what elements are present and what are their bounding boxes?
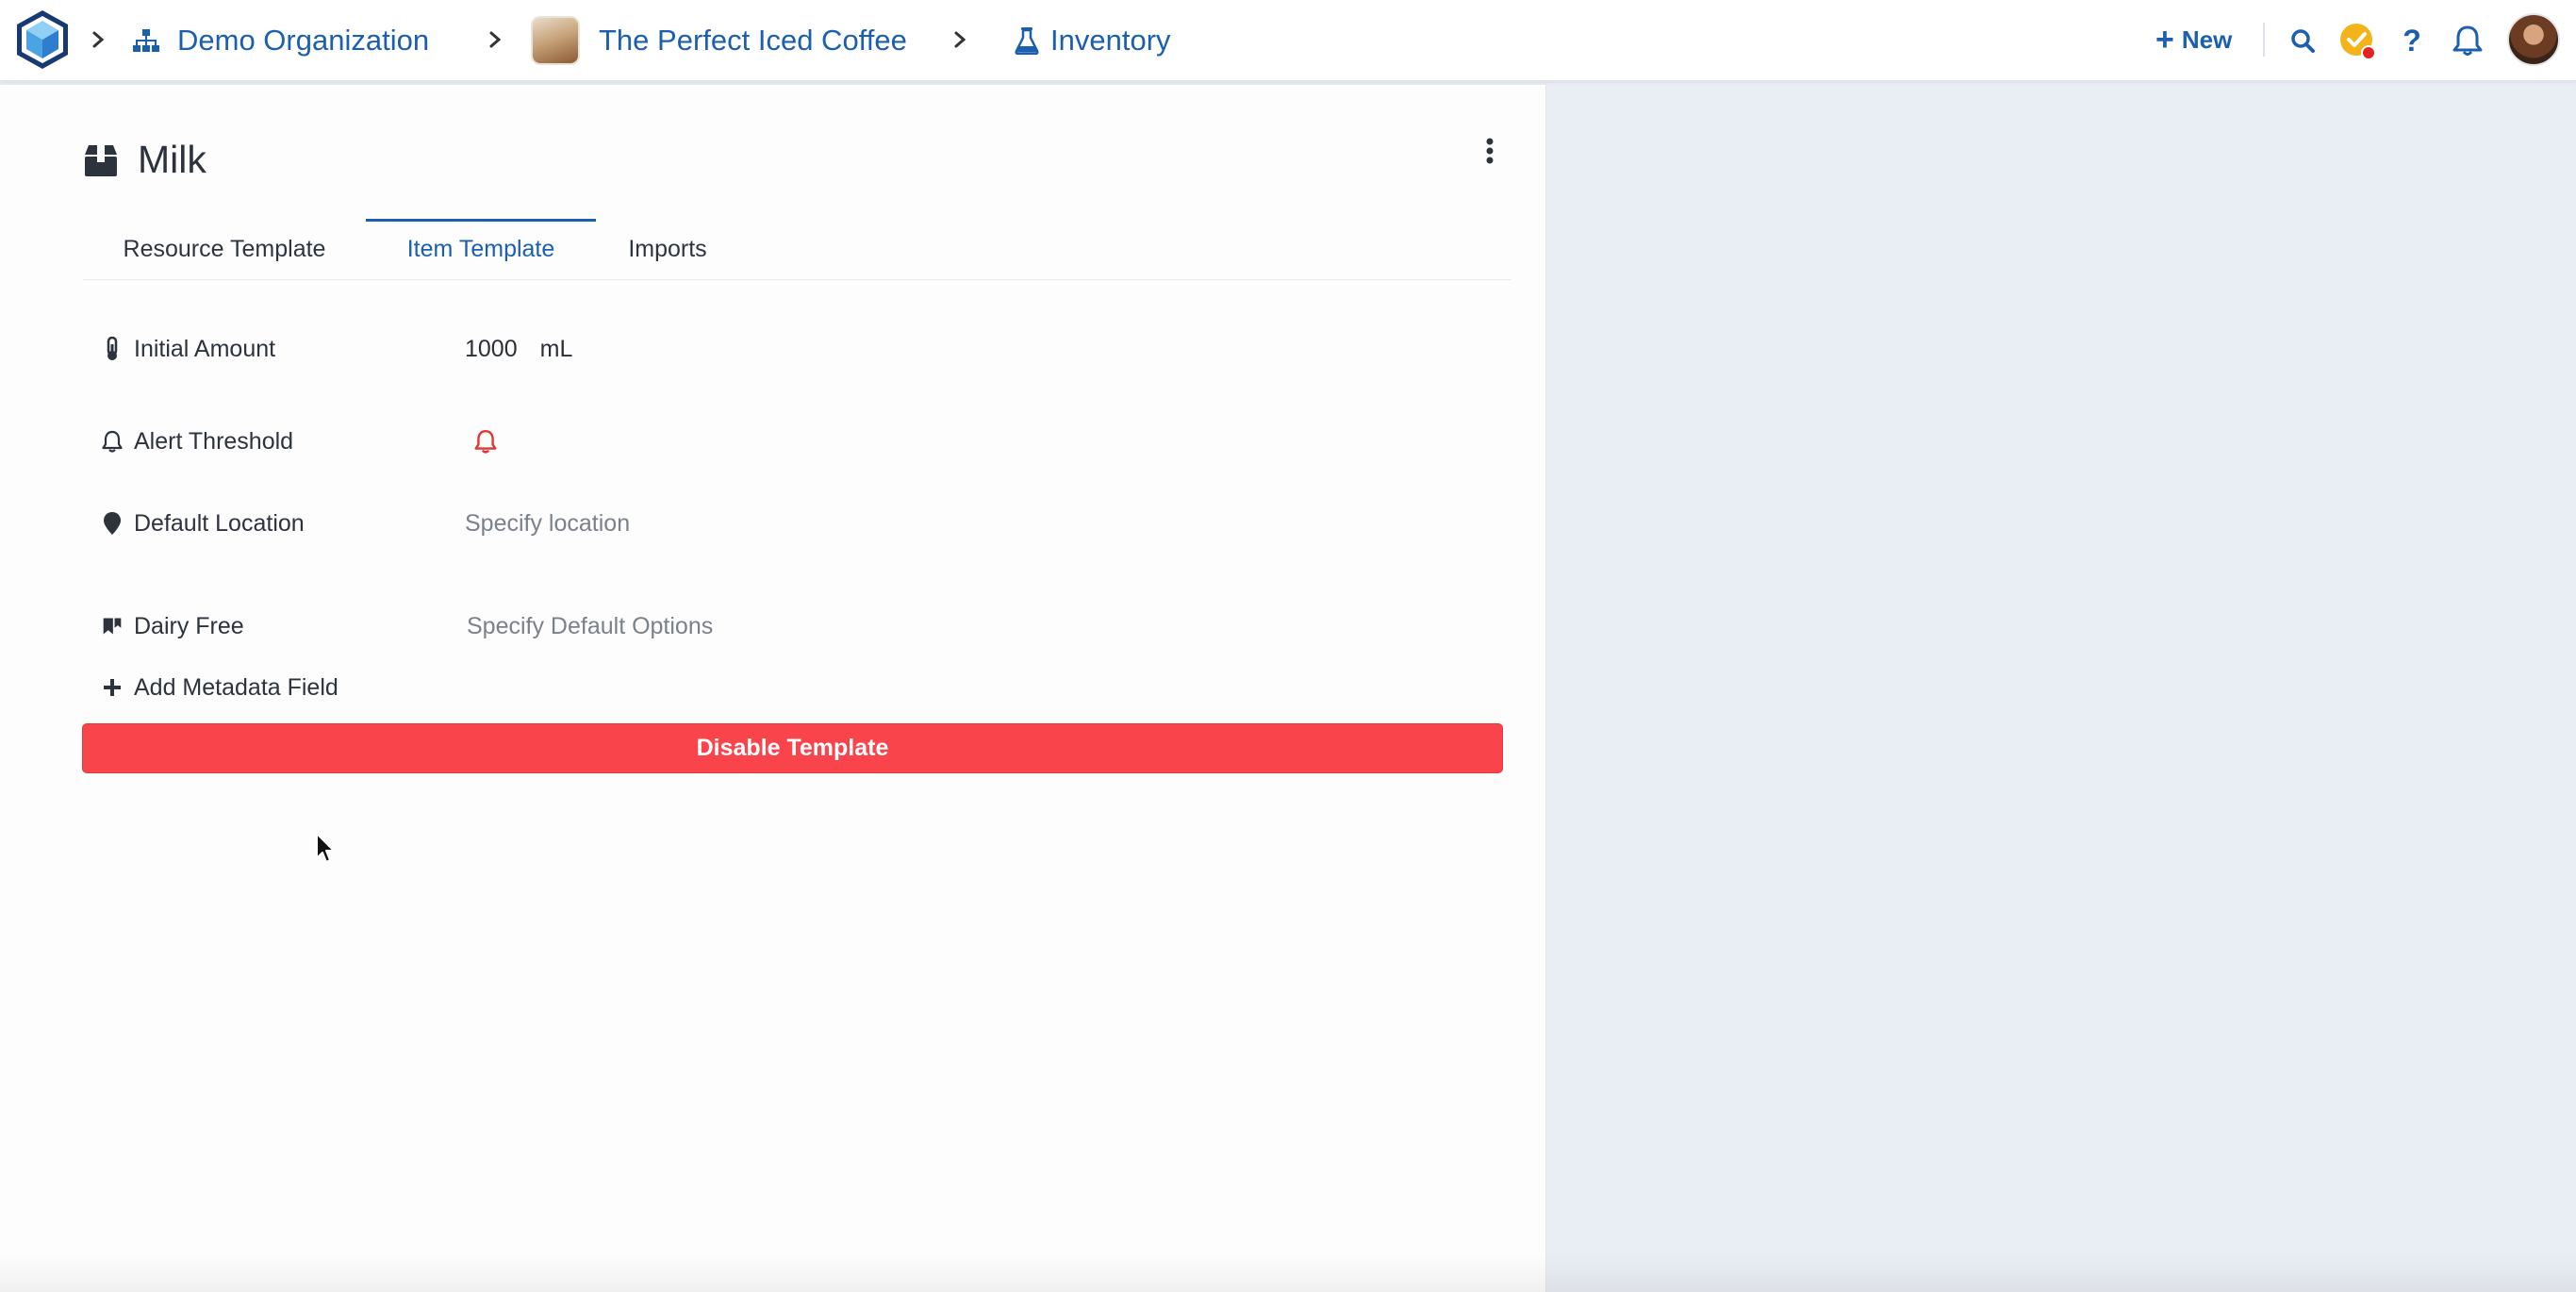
add-metadata-field-label: Add Metadata Field xyxy=(134,673,339,701)
initial-amount-number: 1000 xyxy=(465,335,518,362)
template-tabs: Resource Template Item Template Imports xyxy=(83,219,1511,280)
breadcrumb-inventory[interactable]: Inventory xyxy=(1015,0,1171,81)
initial-amount-field: Initial Amount xyxy=(102,330,275,368)
chevron-right-icon xyxy=(949,25,971,55)
default-location-input[interactable]: Specify location xyxy=(465,505,630,542)
add-metadata-field-button[interactable]: Add Metadata Field xyxy=(102,669,339,706)
chevron-right-icon xyxy=(484,25,506,55)
breadcrumb-project[interactable]: The Perfect Iced Coffee xyxy=(531,0,907,81)
default-location-field: Default Location xyxy=(102,505,305,542)
more-options-icon[interactable] xyxy=(1478,132,1502,170)
bookmark-tag-icon xyxy=(102,615,123,638)
tab-imports[interactable]: Imports xyxy=(596,219,739,279)
user-avatar[interactable] xyxy=(2507,13,2560,66)
bell-outline-icon xyxy=(102,430,123,453)
tab-label: Imports xyxy=(628,236,707,262)
initial-amount-value[interactable]: 1000 mL xyxy=(465,330,572,368)
chevron-right-icon xyxy=(87,25,109,55)
breadcrumb-project-label: The Perfect Iced Coffee xyxy=(599,24,907,57)
location-pin-icon xyxy=(102,511,123,536)
notification-bell-icon[interactable] xyxy=(2448,21,2487,60)
default-location-label: Default Location xyxy=(134,509,305,537)
help-icon[interactable]: ? xyxy=(2392,21,2432,60)
tab-label: Resource Template xyxy=(123,236,326,262)
plus-icon xyxy=(102,678,123,697)
organization-sitemap-icon xyxy=(132,27,160,54)
top-navigation-bar: Demo Organization The Perfect Iced Coffe… xyxy=(0,0,2576,81)
mouse-cursor-icon xyxy=(315,832,338,866)
alert-threshold-label: Alert Threshold xyxy=(134,427,294,455)
tab-resource-template[interactable]: Resource Template xyxy=(83,219,366,279)
bottom-shadow xyxy=(0,1254,2576,1292)
box-icon xyxy=(83,142,119,178)
dairy-free-options-input[interactable]: Specify Default Options xyxy=(467,607,713,645)
initial-amount-unit: mL xyxy=(539,335,573,362)
status-check-icon[interactable] xyxy=(2337,21,2377,60)
breadcrumb-organization[interactable]: Demo Organization xyxy=(132,0,429,81)
search-icon[interactable] xyxy=(2283,21,2322,60)
toolbar-divider xyxy=(2263,23,2265,57)
resource-title: Milk xyxy=(138,138,206,181)
disable-template-button[interactable]: Disable Template xyxy=(82,723,1503,773)
initial-amount-label: Initial Amount xyxy=(134,335,276,362)
new-button-label: New xyxy=(2181,25,2233,54)
alert-threshold-field: Alert Threshold xyxy=(102,422,293,460)
project-thumbnail xyxy=(531,16,580,65)
tab-item-template[interactable]: Item Template xyxy=(366,219,596,279)
breadcrumb-organization-label: Demo Organization xyxy=(177,24,430,57)
dairy-free-label: Dairy Free xyxy=(134,612,244,639)
new-button[interactable]: + New xyxy=(2155,21,2232,58)
resource-detail-panel: Milk Resource Template Item Template Imp… xyxy=(0,85,1546,1292)
breadcrumb-inventory-label: Inventory xyxy=(1050,24,1171,57)
tab-label: Item Template xyxy=(406,236,555,262)
app-logo-icon[interactable] xyxy=(13,8,72,71)
flask-icon xyxy=(1015,26,1039,55)
resource-header: Milk xyxy=(83,138,206,182)
plus-icon: + xyxy=(2155,22,2174,58)
thermometer-icon xyxy=(102,337,123,361)
dairy-free-field: Dairy Free xyxy=(102,607,244,645)
alert-threshold-bell-icon[interactable] xyxy=(474,422,497,460)
